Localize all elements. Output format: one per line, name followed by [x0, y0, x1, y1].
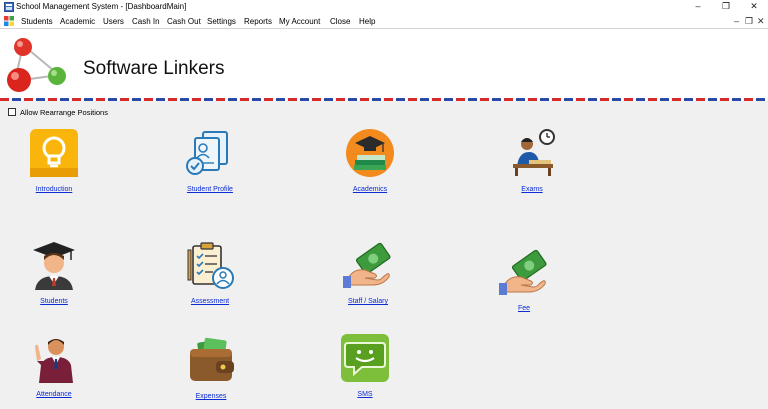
- tile-fee[interactable]: Fee: [494, 247, 554, 315]
- graduation-books-icon[interactable]: [345, 128, 395, 178]
- documents-icon[interactable]: [185, 128, 235, 178]
- tile-sms-label[interactable]: SMS: [357, 391, 372, 398]
- tile-assessment[interactable]: Assessment: [180, 240, 240, 308]
- menu-cash-out[interactable]: Cash Out: [167, 14, 201, 29]
- chat-bubble-icon[interactable]: [340, 333, 390, 383]
- title-bar: School Management System - [DashboardMai…: [0, 0, 768, 14]
- company-logo: [7, 38, 66, 92]
- tile-staff-salary-label[interactable]: Staff / Salary: [348, 298, 388, 305]
- allow-rearrange-label: Allow Rearrange Positions: [20, 108, 108, 117]
- tile-staff-salary[interactable]: Staff / Salary: [338, 240, 398, 308]
- tile-attendance-label[interactable]: Attendance: [36, 391, 71, 398]
- tile-introduction-label[interactable]: Introduction: [36, 186, 73, 193]
- tile-sms[interactable]: SMS: [335, 333, 395, 401]
- close-button[interactable]: ✕: [740, 0, 768, 14]
- header-divider: [0, 98, 768, 101]
- tile-students-label[interactable]: Students: [40, 298, 68, 305]
- tile-exams[interactable]: Exams: [502, 128, 562, 196]
- tile-academics-label[interactable]: Academics: [353, 186, 387, 193]
- mdi-child-icon[interactable]: [4, 16, 14, 26]
- hand-cash-icon[interactable]: [499, 247, 549, 297]
- checkbox-box[interactable]: [8, 108, 16, 116]
- menu-cash-in[interactable]: Cash In: [132, 14, 160, 29]
- tile-students[interactable]: Students: [24, 240, 84, 308]
- application-window: School Management System - [DashboardMai…: [0, 0, 768, 409]
- graduate-student-icon[interactable]: [29, 240, 79, 290]
- tile-attendance[interactable]: Attendance: [24, 333, 84, 401]
- tile-academics[interactable]: Academics: [340, 128, 400, 196]
- student-writing-clock-icon[interactable]: [507, 128, 557, 178]
- brand-name: Software Linkers: [83, 58, 225, 79]
- menu-academic[interactable]: Academic: [60, 14, 95, 29]
- hand-cash-icon[interactable]: [343, 240, 393, 290]
- menu-students[interactable]: Students: [21, 14, 53, 29]
- brand-header: Software Linkers: [0, 30, 768, 98]
- window-title: School Management System - [DashboardMai…: [16, 2, 187, 11]
- restore-button[interactable]: ❐: [712, 0, 740, 14]
- waving-person-icon[interactable]: [29, 333, 79, 383]
- dashboard-panel: Software Linkers Allow Rearrange Positio…: [0, 30, 768, 409]
- menu-my-account[interactable]: My Account: [279, 14, 320, 29]
- allow-rearrange-checkbox[interactable]: Allow Rearrange Positions: [8, 108, 108, 117]
- lightbulb-icon[interactable]: [29, 128, 79, 178]
- app-icon: [4, 2, 14, 12]
- menu-users[interactable]: Users: [103, 14, 124, 29]
- tile-student-profile-label[interactable]: Student Profile: [187, 186, 233, 193]
- tile-introduction[interactable]: Introduction: [24, 128, 84, 196]
- tile-student-profile[interactable]: Student Profile: [180, 128, 240, 196]
- tile-expenses-label[interactable]: Expenses: [196, 393, 227, 400]
- menu-settings[interactable]: Settings: [207, 14, 236, 29]
- minimize-button[interactable]: –: [684, 0, 712, 14]
- menu-help[interactable]: Help: [359, 14, 375, 29]
- mdi-restore-button[interactable]: ❐: [745, 14, 753, 29]
- tile-assessment-label[interactable]: Assessment: [191, 298, 229, 305]
- mdi-close-button[interactable]: ✕: [757, 14, 765, 29]
- wallet-icon[interactable]: [186, 335, 236, 385]
- clipboard-user-icon[interactable]: [185, 240, 235, 290]
- mdi-minimize-button[interactable]: –: [734, 14, 739, 29]
- tile-fee-label[interactable]: Fee: [518, 305, 530, 312]
- menu-close[interactable]: Close: [330, 14, 350, 29]
- menu-reports[interactable]: Reports: [244, 14, 272, 29]
- menu-bar: Students Academic Users Cash In Cash Out…: [0, 14, 768, 29]
- tile-exams-label[interactable]: Exams: [521, 186, 542, 193]
- tile-expenses[interactable]: Expenses: [181, 335, 241, 403]
